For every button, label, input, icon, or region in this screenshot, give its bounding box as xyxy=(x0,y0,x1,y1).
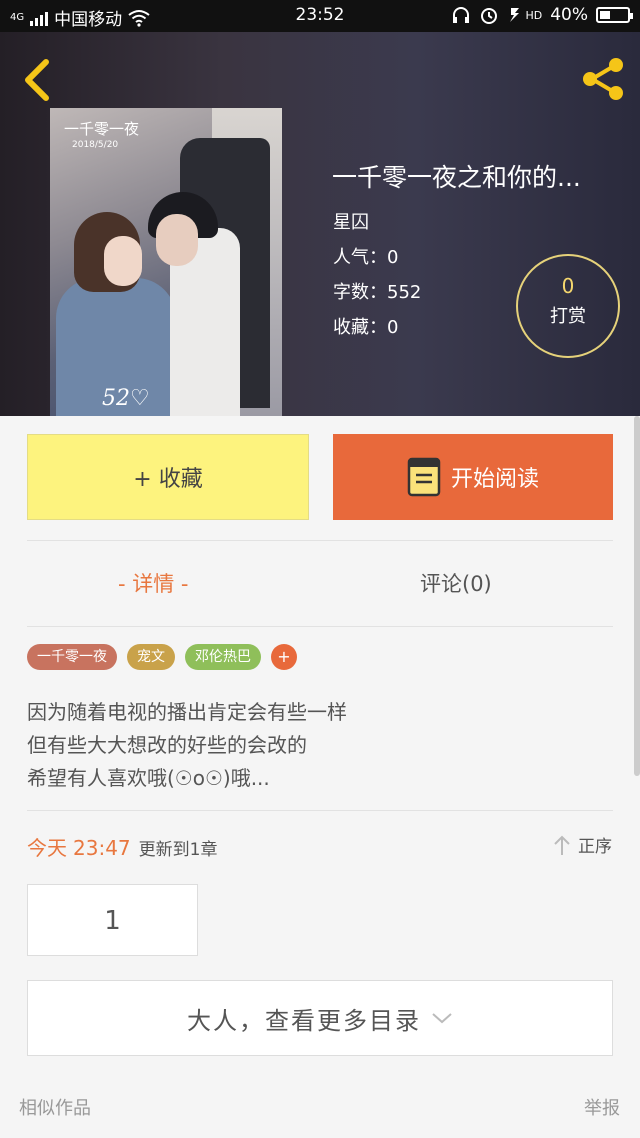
book-title: 一千零一夜之和你的... xyxy=(332,163,581,192)
scrollbar[interactable] xyxy=(634,416,640,776)
volte-icon xyxy=(510,8,520,22)
add-tag-button[interactable]: + xyxy=(271,644,297,670)
update-day: 今天 xyxy=(27,836,67,860)
more-catalog-label: 大人，查看更多目录 xyxy=(187,1006,421,1035)
cover-face-man xyxy=(156,214,198,266)
tab-comments[interactable]: 评论(0) xyxy=(420,568,492,598)
cover-face-woman xyxy=(104,236,142,286)
book-description: 因为随着电视的播出肯定会有些一样 但有些大大想改的好些的会改的 希望有人喜欢哦(… xyxy=(27,696,347,795)
report-link[interactable]: 举报 xyxy=(584,1094,620,1120)
description-line: 因为随着电视的播出肯定会有些一样 xyxy=(27,700,347,724)
share-button[interactable] xyxy=(578,54,628,104)
tip-button[interactable]: 0 打赏 xyxy=(516,254,620,358)
tag-item[interactable]: 宠文 xyxy=(127,644,175,670)
tip-label: 打赏 xyxy=(550,306,586,327)
tag-item[interactable]: 邓伦热巴 xyxy=(185,644,261,670)
chevron-down-icon xyxy=(432,1013,452,1024)
share-icon xyxy=(583,58,623,100)
status-bar: 4G 中国移动 23:52 HD 40% xyxy=(0,0,640,32)
cover-title: 一千零一夜 xyxy=(64,120,140,138)
favorite-label: + 收藏 xyxy=(133,467,203,492)
book-word-count: 字数：552 xyxy=(333,282,422,303)
book-header: 一千零一夜 2018/5/20 52♡ 一千零一夜之和你的... 星囚 人气：0… xyxy=(0,32,640,416)
description-line: 希望有人喜欢哦(☉o☉)哦... xyxy=(27,766,270,790)
chapter-item[interactable]: 1 xyxy=(27,884,198,956)
tag-item[interactable]: 一千零一夜 xyxy=(27,644,117,670)
similar-works-heading: 相似作品 xyxy=(19,1098,91,1119)
alarm-icon xyxy=(481,8,498,24)
book-author[interactable]: 星囚 xyxy=(333,208,369,234)
start-reading-label: 开始阅读 xyxy=(450,467,539,492)
divider xyxy=(27,626,613,627)
battery-icon xyxy=(596,7,633,23)
tip-count: 0 xyxy=(561,274,575,298)
headset-icon xyxy=(453,7,470,23)
book-popularity: 人气：0 xyxy=(333,247,399,268)
arrow-up-icon xyxy=(554,835,570,855)
tab-detail[interactable]: - 详情 - xyxy=(118,568,189,598)
tag-list: 一千零一夜 宠文 邓伦热巴 + xyxy=(27,644,297,670)
book-cover[interactable]: 一千零一夜 2018/5/20 52♡ xyxy=(50,108,282,416)
sort-order-button[interactable]: 正序 xyxy=(552,832,612,857)
chevron-left-icon xyxy=(25,59,49,101)
cover-signature: 52♡ xyxy=(102,386,150,411)
more-catalog-button[interactable]: 大人，查看更多目录 xyxy=(27,980,613,1056)
favorite-button[interactable]: + 收藏 xyxy=(27,434,309,520)
battery-percent: 40% xyxy=(550,5,588,25)
description-line: 但有些大大想改的好些的会改的 xyxy=(27,733,307,757)
book-icon xyxy=(407,457,441,497)
sort-order-label: 正序 xyxy=(578,837,612,857)
back-button[interactable] xyxy=(18,56,58,104)
book-favorites: 收藏：0 xyxy=(333,317,399,338)
divider xyxy=(27,540,613,541)
update-info: 今天 23:47 更新到1章 xyxy=(27,832,217,861)
update-time: 23:47 xyxy=(73,836,131,860)
start-reading-button[interactable]: 开始阅读 xyxy=(333,434,613,520)
cover-date: 2018/5/20 xyxy=(72,140,119,150)
update-text: 更新到1章 xyxy=(138,840,218,860)
divider xyxy=(27,810,613,811)
hd-label: HD xyxy=(525,8,543,22)
